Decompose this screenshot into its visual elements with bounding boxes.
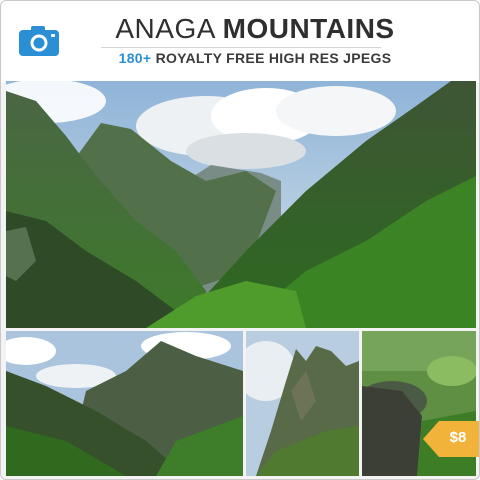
price-label: $8 bbox=[449, 429, 467, 446]
hero-photo bbox=[6, 81, 476, 328]
subtitle: 180+ ROYALTY FREE HIGH RES JPEGS bbox=[1, 50, 479, 66]
subtitle-count: 180+ bbox=[118, 50, 152, 66]
thumbnail-photo-1 bbox=[6, 331, 243, 476]
title-bold: MOUNTAINS bbox=[222, 13, 395, 44]
header-divider bbox=[101, 47, 381, 48]
thumbnail-photo-2 bbox=[246, 331, 359, 476]
page-title: ANAGA MOUNTAINS bbox=[1, 13, 479, 45]
title-light: ANAGA bbox=[115, 13, 215, 44]
product-card: ANAGA MOUNTAINS 180+ ROYALTY FREE HIGH R… bbox=[0, 0, 480, 480]
header: ANAGA MOUNTAINS 180+ ROYALTY FREE HIGH R… bbox=[1, 1, 479, 83]
subtitle-text: ROYALTY FREE HIGH RES JPEGS bbox=[155, 50, 392, 66]
